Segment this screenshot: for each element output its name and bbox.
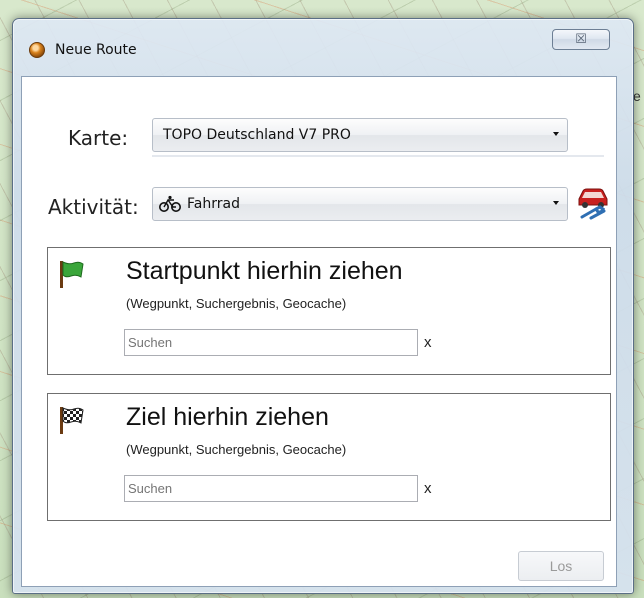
close-button[interactable]: ☒ [552, 29, 610, 50]
green-flag-icon [60, 261, 84, 288]
divider [152, 155, 604, 157]
activity-label: Aktivität: [48, 195, 139, 219]
start-heading: Startpunkt hierhin ziehen [126, 257, 403, 285]
map-select-value: TOPO Deutschland V7 PRO [163, 127, 351, 143]
start-hint: (Wegpunkt, Suchergebnis, Geocache) [126, 296, 347, 311]
app-icon [29, 42, 45, 58]
title-bar[interactable]: Neue Route ☒ [13, 19, 633, 75]
dialog-content: Karte: TOPO Deutschland V7 PRO Aktivität… [21, 76, 617, 587]
destination-drop-panel[interactable]: Ziel hierhin ziehen (Wegpunkt, Suchergeb… [47, 393, 611, 521]
start-clear-button[interactable]: x [424, 334, 432, 351]
chevron-down-icon [553, 201, 559, 205]
map-edge-text: e [633, 88, 641, 104]
new-route-dialog: Neue Route ☒ Karte: TOPO Deutschland V7 … [12, 18, 634, 594]
checkered-flag-icon [60, 407, 84, 434]
start-drop-panel[interactable]: Startpunkt hierhin ziehen (Wegpunkt, Suc… [47, 247, 611, 375]
activity-select-value: Fahrrad [187, 196, 240, 212]
bicycle-icon [159, 195, 181, 212]
map-label: Karte: [68, 126, 129, 150]
destination-heading: Ziel hierhin ziehen [126, 403, 329, 431]
chevron-down-icon [553, 132, 559, 136]
window-title: Neue Route [55, 42, 137, 58]
destination-hint: (Wegpunkt, Suchergebnis, Geocache) [126, 442, 347, 457]
start-search-input[interactable] [124, 329, 418, 356]
destination-clear-button[interactable]: x [424, 480, 432, 497]
destination-search-input[interactable] [124, 475, 418, 502]
car-wrench-settings-icon[interactable] [576, 185, 610, 221]
map-select[interactable]: TOPO Deutschland V7 PRO [152, 118, 568, 152]
activity-select[interactable]: Fahrrad [152, 187, 568, 221]
go-button[interactable]: Los [518, 551, 604, 581]
